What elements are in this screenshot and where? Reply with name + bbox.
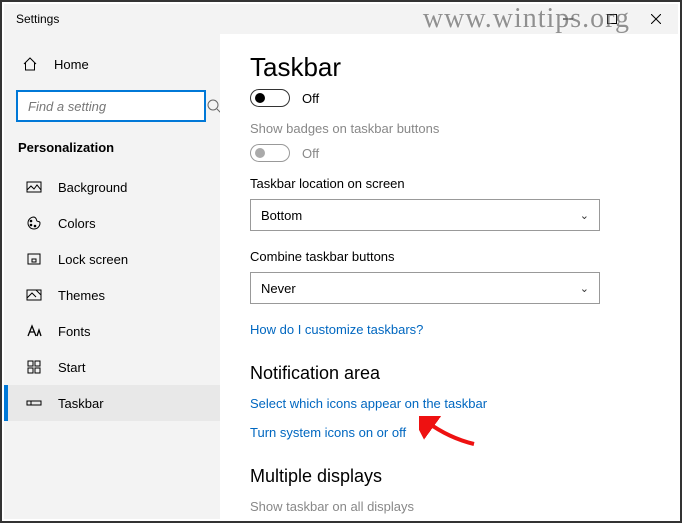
toggle-badges <box>250 144 290 162</box>
chevron-down-icon: ⌄ <box>580 282 589 295</box>
window-title: Settings <box>16 12 59 26</box>
badges-label: Show badges on taskbar buttons <box>250 121 648 136</box>
notification-area-header: Notification area <box>250 363 648 384</box>
combine-dropdown[interactable]: Never ⌄ <box>250 272 600 304</box>
chevron-down-icon: ⌄ <box>580 209 589 222</box>
sidebar-item-label: Background <box>58 180 127 195</box>
home-icon <box>22 56 38 72</box>
sidebar-item-taskbar[interactable]: Taskbar <box>4 385 220 421</box>
sidebar-item-label: Themes <box>58 288 105 303</box>
sidebar: Home Personalization Background Colors <box>4 34 220 519</box>
toggle-unknown[interactable] <box>250 89 290 107</box>
toggle-label: Off <box>302 91 319 106</box>
toggle-badges-label: Off <box>302 146 319 161</box>
sidebar-item-label: Start <box>58 360 85 375</box>
sidebar-item-label: Lock screen <box>58 252 128 267</box>
system-icons-link[interactable]: Turn system icons on or off <box>250 425 648 440</box>
sidebar-item-themes[interactable]: Themes <box>4 277 220 313</box>
location-value: Bottom <box>261 208 302 223</box>
lockscreen-icon <box>26 251 42 267</box>
sidebar-item-fonts[interactable]: Fonts <box>4 313 220 349</box>
location-dropdown[interactable]: Bottom ⌄ <box>250 199 600 231</box>
search-input[interactable] <box>28 99 206 114</box>
window-buttons <box>546 4 678 34</box>
background-icon <box>26 179 42 195</box>
category-header: Personalization <box>4 140 220 169</box>
multiple-displays-label: Show taskbar on all displays <box>250 499 648 514</box>
home-label: Home <box>54 57 89 72</box>
select-icons-link[interactable]: Select which icons appear on the taskbar <box>250 396 648 411</box>
sidebar-item-label: Taskbar <box>58 396 104 411</box>
sidebar-item-background[interactable]: Background <box>4 169 220 205</box>
content-pane: Taskbar Off Show badges on taskbar butto… <box>220 34 678 519</box>
maximize-button[interactable] <box>590 4 634 34</box>
themes-icon <box>26 287 42 303</box>
combine-label: Combine taskbar buttons <box>250 249 648 264</box>
colors-icon <box>26 215 42 231</box>
sidebar-item-colors[interactable]: Colors <box>4 205 220 241</box>
titlebar: Settings <box>4 4 678 34</box>
minimize-button[interactable] <box>546 4 590 34</box>
close-button[interactable] <box>634 4 678 34</box>
home-nav[interactable]: Home <box>4 48 220 80</box>
multiple-displays-header: Multiple displays <box>250 466 648 487</box>
sidebar-item-lockscreen[interactable]: Lock screen <box>4 241 220 277</box>
location-label: Taskbar location on screen <box>250 176 648 191</box>
page-title: Taskbar <box>250 52 648 83</box>
sidebar-item-label: Fonts <box>58 324 91 339</box>
sidebar-item-label: Colors <box>58 216 96 231</box>
customize-link[interactable]: How do I customize taskbars? <box>250 322 648 337</box>
taskbar-icon <box>26 395 42 411</box>
search-box[interactable] <box>16 90 206 122</box>
start-icon <box>26 359 42 375</box>
fonts-icon <box>26 323 42 339</box>
sidebar-item-start[interactable]: Start <box>4 349 220 385</box>
combine-value: Never <box>261 281 296 296</box>
